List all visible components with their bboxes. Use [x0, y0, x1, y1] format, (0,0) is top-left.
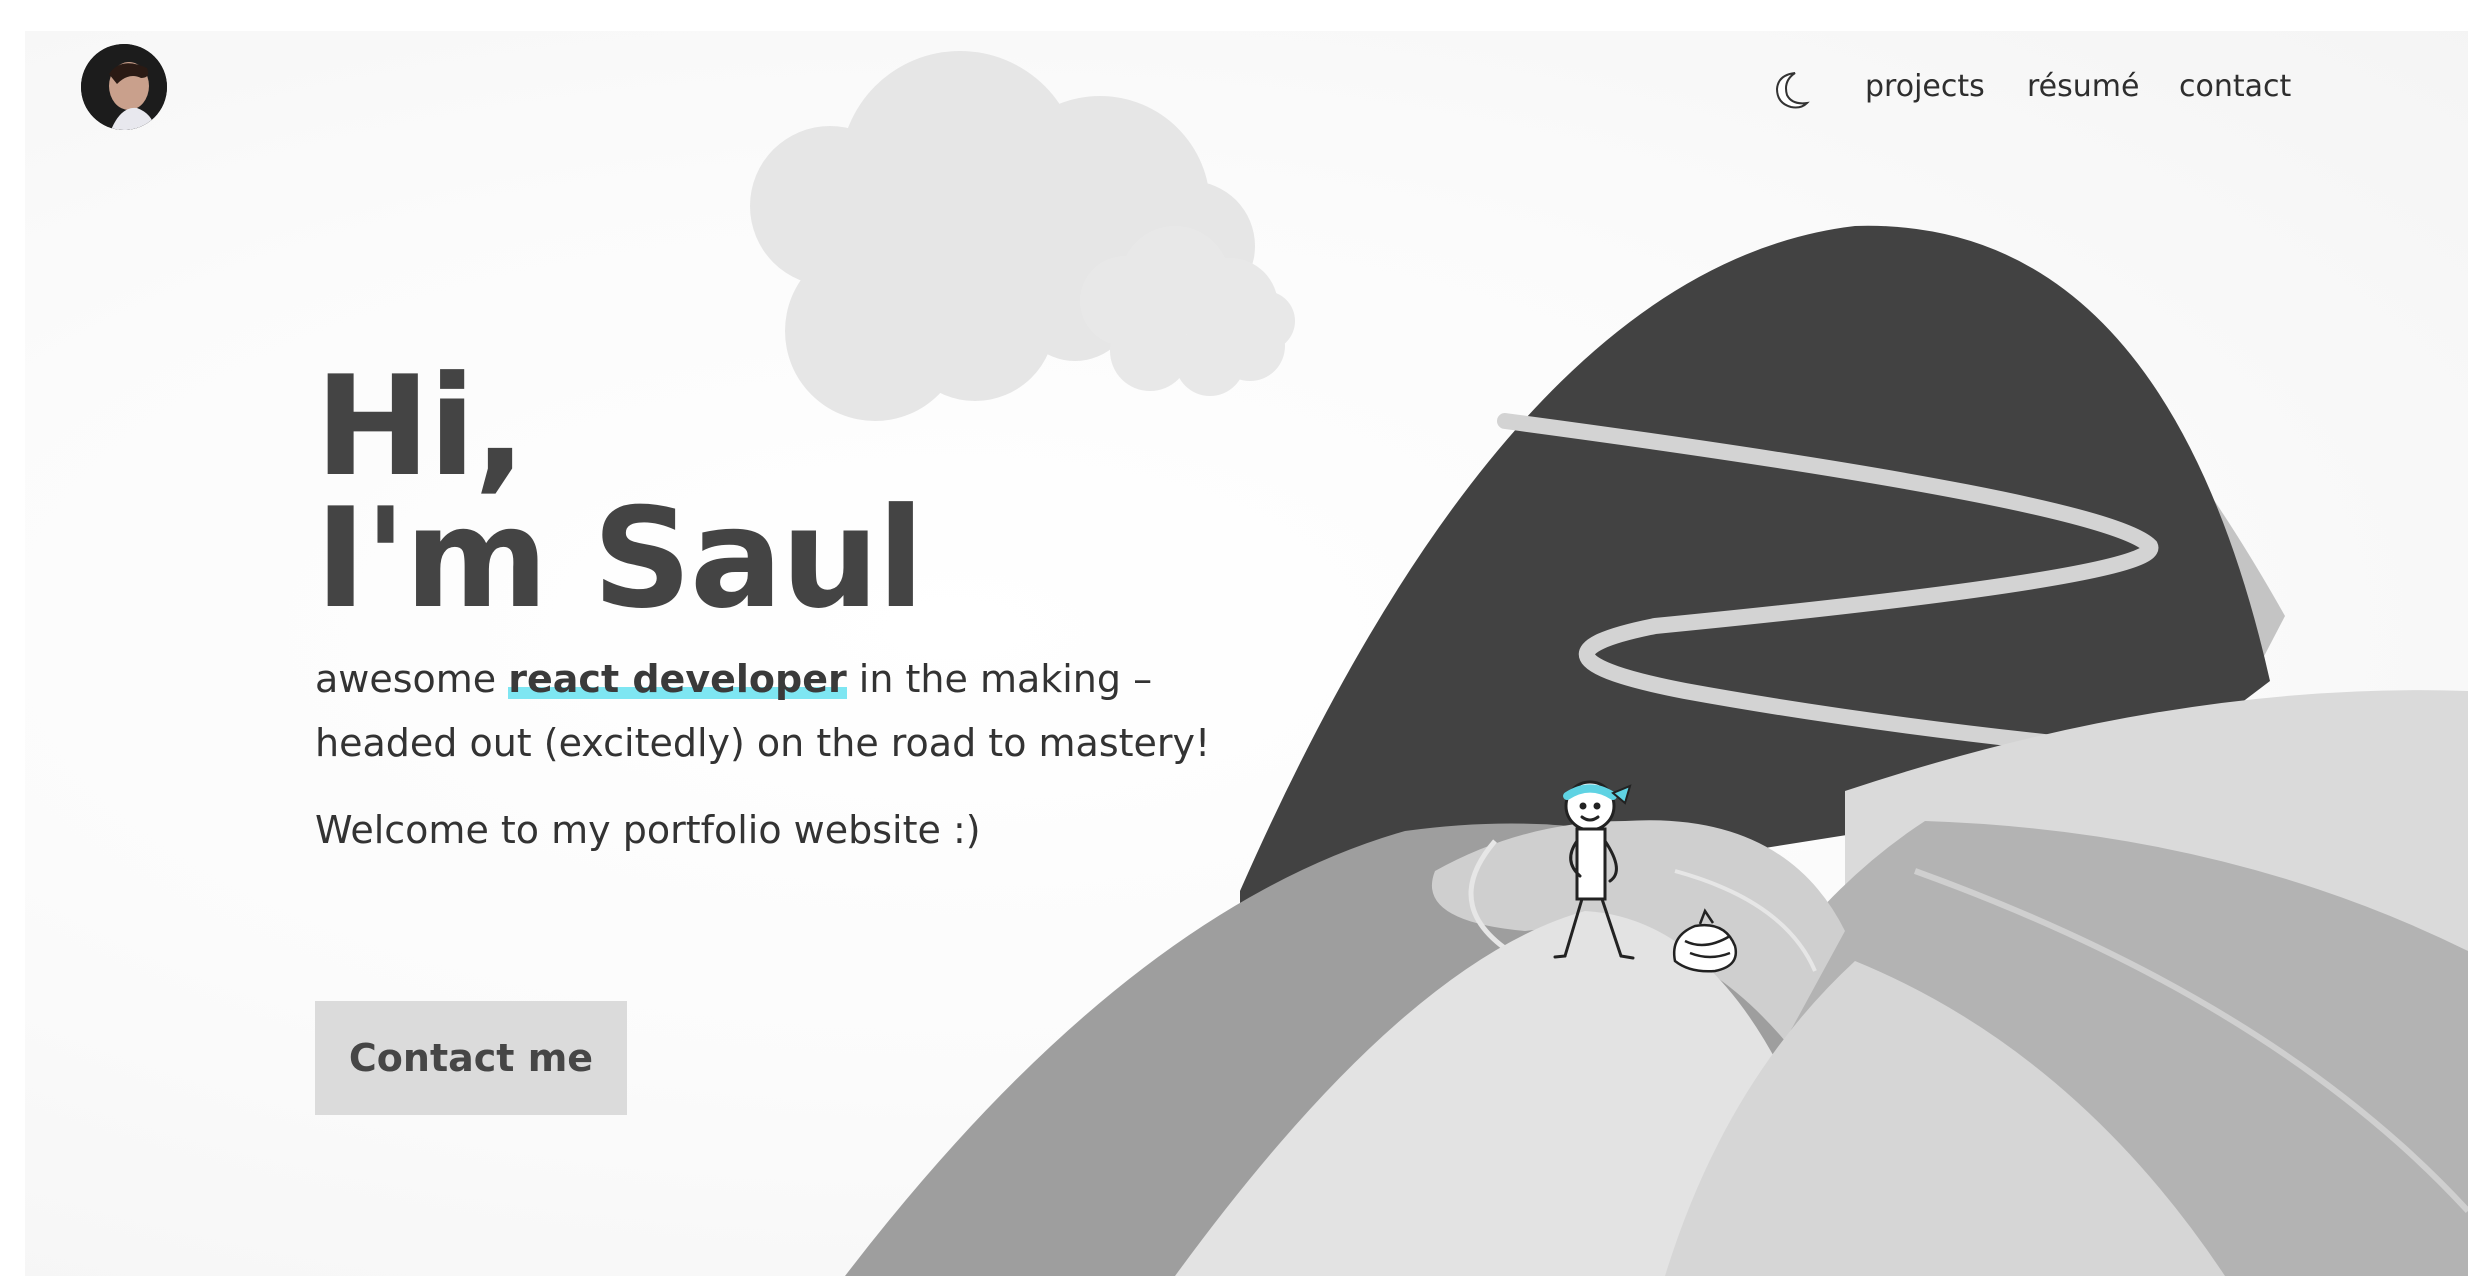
page-title: Hi, I'm Saul — [315, 346, 1315, 639]
avatar-portrait-icon — [81, 44, 167, 130]
moon-icon[interactable] — [1765, 61, 1821, 117]
page-background: projects résumé contact Hi, I'm Saul awe… — [25, 31, 2468, 1276]
contact-me-button[interactable]: Contact me — [315, 1001, 627, 1115]
hero-text: Hi, I'm Saul awesome react developer in … — [315, 346, 1315, 855]
headline-line-1: Hi, — [315, 346, 526, 507]
avatar[interactable] — [81, 44, 167, 130]
nav-link-projects[interactable]: projects — [1865, 69, 1985, 104]
nav-link-contact[interactable]: contact — [2179, 69, 2291, 104]
tagline-line-2: headed out (excitedly) on the road to ma… — [315, 721, 1211, 765]
headline-line-2: I'm Saul — [315, 478, 925, 639]
tagline-suffix: in the making – — [846, 657, 1153, 701]
tagline: awesome react developer in the making – h… — [315, 647, 1315, 775]
nav-link-resume[interactable]: résumé — [2027, 69, 2139, 104]
top-nav: projects résumé contact — [1765, 61, 2325, 117]
tagline-highlight: react developer — [508, 657, 847, 701]
tagline-prefix: awesome — [315, 657, 509, 701]
welcome-text: Welcome to my portfolio website :) — [315, 808, 981, 852]
